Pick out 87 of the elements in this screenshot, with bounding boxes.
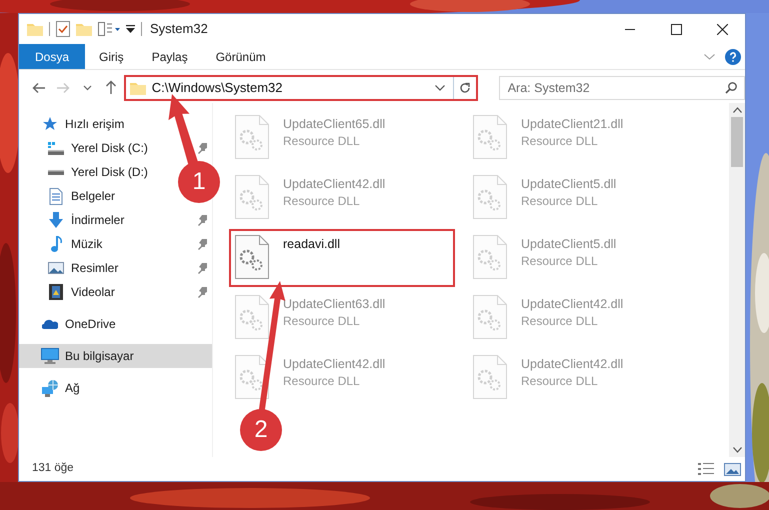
view-options-icon[interactable]: [98, 22, 120, 36]
details-view-icon[interactable]: [698, 463, 714, 475]
file-name: readavi.dll: [283, 236, 340, 253]
file-name: UpdateClient42.dll: [283, 356, 386, 373]
dropdown-icon[interactable]: [434, 84, 445, 90]
window-title: System32: [150, 20, 208, 38]
star-icon: [42, 117, 58, 131]
file-type: Resource DLL: [521, 313, 599, 330]
drive-icon: [48, 142, 64, 154]
drive-icon: [48, 170, 64, 174]
file-item[interactable]: readavi.dll: [229, 229, 455, 287]
nav-item[interactable]: Hızlı erişim: [19, 112, 130, 136]
file-type: Resource DLL: [283, 313, 361, 330]
nav-item[interactable]: Resimler: [19, 256, 124, 280]
nav-item[interactable]: Ağ: [19, 376, 86, 400]
nav-item[interactable]: Yerel Disk (D:): [19, 160, 154, 184]
scroll-down-icon[interactable]: [732, 447, 742, 453]
download-arrow-icon: [49, 212, 63, 228]
customize-toolbar-icon[interactable]: [126, 25, 135, 33]
file-name: UpdateClient63.dll: [283, 296, 386, 313]
back-arrow-icon: [32, 82, 46, 94]
file-name: UpdateClient42.dll: [521, 356, 624, 373]
refresh-icon[interactable]: [458, 82, 471, 94]
search-field[interactable]: Ara: System32: [498, 76, 745, 100]
ribbon-tab[interactable]: Giriş: [85, 44, 138, 69]
file-type: Resource DLL: [283, 193, 361, 210]
music-note-icon: [50, 236, 62, 252]
file-type: Resource DLL: [283, 133, 361, 150]
dll-file-icon: [235, 115, 269, 159]
dll-file-icon: [473, 235, 507, 279]
nav-item[interactable]: Belgeler: [19, 184, 122, 208]
search-icon: [725, 82, 737, 94]
scrollbar-thumb[interactable]: [731, 117, 743, 167]
address-bar[interactable]: C:\Windows\System32: [124, 74, 478, 100]
film-icon: [49, 284, 63, 300]
file-type: Resource DLL: [521, 253, 599, 270]
network-icon: [42, 380, 58, 396]
file-name: UpdateClient5.dll: [521, 236, 616, 253]
close-icon: [716, 24, 728, 34]
ribbon-tab[interactable]: Dosya: [19, 44, 86, 69]
dll-file-icon: [473, 355, 507, 399]
pin-icon[interactable]: [198, 238, 208, 250]
file-name: UpdateClient42.dll: [283, 176, 386, 193]
item-count: 131 öğe: [32, 461, 74, 476]
nav-item[interactable]: OneDrive: [19, 312, 122, 336]
collapse-ribbon-icon[interactable]: [704, 54, 715, 60]
scroll-up-icon[interactable]: [732, 107, 742, 113]
file-type: Resource DLL: [521, 373, 599, 390]
file-type: Resource DLL: [283, 373, 361, 390]
pin-icon[interactable]: [198, 262, 208, 274]
pin-icon[interactable]: [198, 214, 208, 226]
help-icon[interactable]: [725, 48, 741, 64]
document-icon: [49, 188, 63, 204]
dll-file-icon: [473, 295, 507, 339]
dll-file-icon: [235, 295, 269, 339]
address-text: C:\Windows\System32: [152, 78, 282, 97]
file-name: UpdateClient65.dll: [283, 116, 386, 133]
file-type: Resource DLL: [521, 133, 599, 150]
nav-item[interactable]: Videolar: [19, 280, 121, 304]
nav-item[interactable]: Yerel Disk (C:): [19, 136, 154, 160]
dll-file-icon: [473, 175, 507, 219]
properties-icon[interactable]: [56, 21, 70, 37]
nav-item[interactable]: Bu bilgisayar: [19, 344, 212, 368]
pictures-icon: [48, 262, 64, 274]
dll-file-icon: [473, 115, 507, 159]
pin-icon[interactable]: [198, 142, 208, 154]
cloud-icon: [42, 319, 58, 329]
dll-file-icon: [235, 235, 269, 279]
maximize-icon: [670, 24, 682, 34]
dll-file-icon: [235, 175, 269, 219]
up-arrow-icon: [105, 80, 117, 95]
nav-item[interactable]: İndirmeler: [19, 208, 130, 232]
file-name: UpdateClient5.dll: [521, 176, 616, 193]
computer-icon: [41, 348, 59, 364]
large-icons-view-icon[interactable]: [724, 462, 741, 476]
minimize-icon: [625, 28, 635, 30]
file-type: Resource DLL: [521, 193, 599, 210]
ribbon-tab[interactable]: Görünüm: [202, 44, 280, 69]
caret-icon: [82, 84, 92, 90]
file-name: UpdateClient42.dll: [521, 296, 624, 313]
ribbon-tab[interactable]: Paylaş: [138, 44, 202, 69]
pin-icon[interactable]: [198, 286, 208, 298]
nav-item[interactable]: Müzik: [19, 232, 108, 256]
scrollbar[interactable]: [729, 103, 745, 457]
file-name: UpdateClient21.dll: [521, 116, 624, 133]
annotation-arrow: [168, 94, 198, 164]
forward-arrow-icon: [56, 82, 70, 94]
